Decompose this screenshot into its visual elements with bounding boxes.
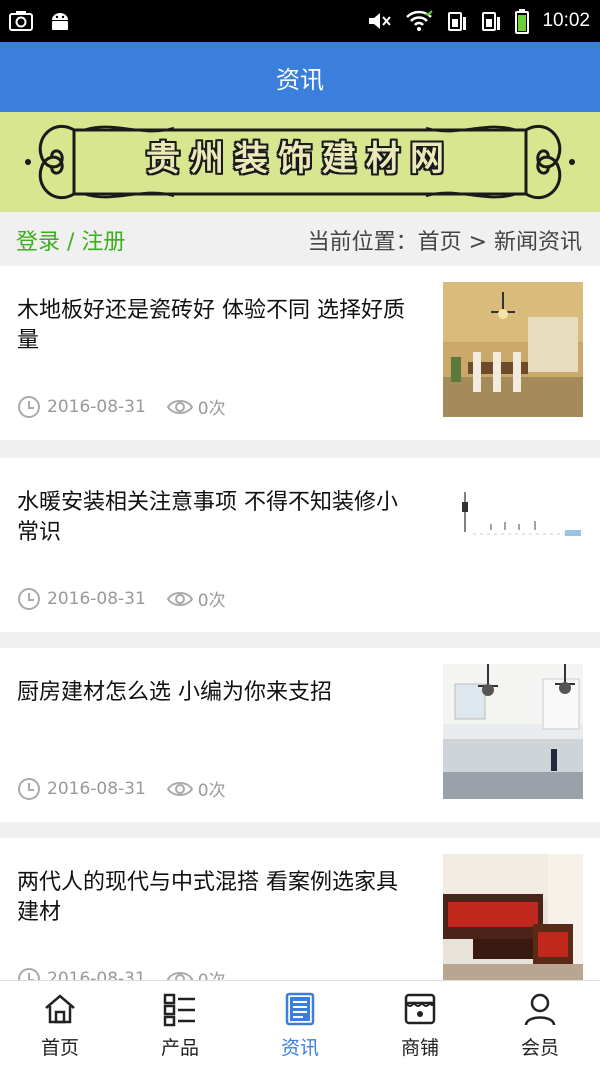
login-register-link[interactable]: 登录 / 注册 <box>16 224 125 256</box>
news-thumbnail[interactable] <box>443 854 583 989</box>
bottom-tab-bar: 首页 产品 资讯 商铺 会员 <box>0 980 600 1067</box>
tab-home[interactable]: 首页 <box>0 981 120 1067</box>
living-room-photo-icon <box>443 854 583 989</box>
tab-label: 资讯 <box>280 1037 319 1059</box>
sim2-signal-icon <box>482 12 501 31</box>
shop-icon <box>404 993 436 1025</box>
news-title[interactable]: 两代人的现代与中式混搭 看案例选家具建材 <box>17 868 417 928</box>
product-list-icon <box>163 993 195 1027</box>
tab-label: 商铺 <box>400 1037 439 1059</box>
tab-news[interactable]: 资讯 <box>240 981 360 1067</box>
news-thumbnail[interactable] <box>443 664 583 799</box>
news-title[interactable]: 木地板好还是瓷砖好 体验不同 选择好质量 <box>17 296 417 356</box>
tab-label: 首页 <box>40 1037 79 1059</box>
nav-row: 登录 / 注册 当前位置：首页 > 新闻资讯 <box>0 212 600 266</box>
breadcrumb: 当前位置：首页 > 新闻资讯 <box>307 230 582 255</box>
kitchen-photo-icon <box>443 664 583 799</box>
news-meta: 2016-08-31 0次 <box>17 776 226 801</box>
news-thumbnail[interactable] <box>443 474 583 609</box>
news-date: 2016-08-31 <box>47 588 146 609</box>
tab-products[interactable]: 产品 <box>120 981 240 1067</box>
news-meta: 2016-08-31 0次 <box>17 394 226 419</box>
news-item[interactable]: 水暖安装相关注意事项 不得不知装修小常识 2016-08-31 0次 <box>0 458 600 632</box>
news-views: 0次 <box>197 399 226 419</box>
eye-icon <box>166 399 193 414</box>
pipe-diagram-photo-icon <box>443 474 583 609</box>
news-views: 0次 <box>197 781 226 801</box>
member-icon <box>524 993 556 1026</box>
banner-logo-text: 贵州装饰建材网 <box>146 138 454 179</box>
clock-time: 10:02 <box>542 10 590 31</box>
site-banner[interactable]: 贵州装饰建材网 <box>0 112 600 212</box>
sim1-signal-icon <box>448 12 467 31</box>
news-thumbnail[interactable] <box>443 282 583 417</box>
eye-icon <box>166 781 193 796</box>
android-icon <box>52 13 68 30</box>
news-title[interactable]: 水暖安装相关注意事项 不得不知装修小常识 <box>17 488 417 548</box>
tab-label: 产品 <box>160 1037 199 1059</box>
status-bar: 10:02 <box>0 0 600 42</box>
news-item[interactable]: 木地板好还是瓷砖好 体验不同 选择好质量 2016-08-31 0次 <box>0 266 600 440</box>
dining-room-photo-icon <box>443 282 583 417</box>
clock-icon <box>18 395 40 418</box>
clock-icon <box>18 777 40 800</box>
wifi-icon <box>406 10 434 31</box>
battery-icon <box>515 9 530 34</box>
news-views: 0次 <box>197 591 226 611</box>
title-bar: 资讯 <box>0 42 600 112</box>
home-icon <box>45 994 75 1024</box>
news-meta: 2016-08-31 0次 <box>17 586 226 611</box>
news-title[interactable]: 厨房建材怎么选 小编为你来支招 <box>17 678 417 708</box>
news-doc-icon <box>285 992 315 1026</box>
eye-icon <box>166 591 193 606</box>
news-date: 2016-08-31 <box>47 778 146 799</box>
screenshot-icon <box>9 11 33 31</box>
news-date: 2016-08-31 <box>47 396 146 417</box>
tab-shops[interactable]: 商铺 <box>360 981 480 1067</box>
tab-member[interactable]: 会员 <box>480 981 600 1067</box>
page-title: 资讯 <box>276 65 324 94</box>
tab-label: 会员 <box>520 1037 559 1059</box>
news-item[interactable]: 厨房建材怎么选 小编为你来支招 2016-08-31 0次 <box>0 648 600 822</box>
clock-icon <box>18 587 40 610</box>
mute-icon <box>369 13 392 29</box>
